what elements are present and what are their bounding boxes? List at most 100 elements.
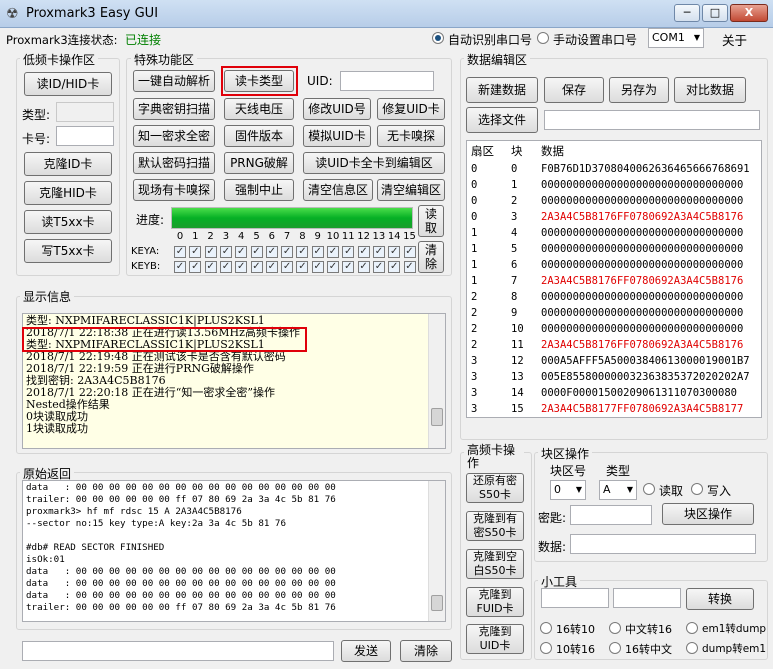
raw-scrollbar[interactable]: [428, 481, 445, 621]
keya-checkbox[interactable]: ✓: [403, 246, 416, 258]
radio-16to10[interactable]: [540, 622, 552, 634]
keya-checkbox[interactable]: ✓: [372, 246, 385, 258]
nested-all-keys-button[interactable]: 知一密求全密: [133, 125, 215, 147]
repair-uid-button[interactable]: 修复UID卡: [377, 98, 445, 120]
port-select[interactable]: COM1 ▼: [648, 28, 704, 48]
save-button[interactable]: 保存: [544, 77, 604, 103]
block-operation-button[interactable]: 块区操作: [662, 503, 754, 525]
radio-em1-to-dump[interactable]: [686, 622, 698, 634]
keya-checkbox[interactable]: ✓: [174, 246, 186, 258]
keyb-checkbox[interactable]: ✓: [204, 261, 217, 273]
keya-checkbox[interactable]: ✓: [250, 246, 263, 258]
table-row[interactable]: 2 10 00000000000000000000000000000000: [467, 321, 761, 337]
keya-checkbox[interactable]: ✓: [388, 246, 401, 258]
radio-dump-to-em1[interactable]: [686, 642, 698, 654]
clear-info-button[interactable]: 清空信息区: [303, 179, 373, 201]
radio-16-to-cn[interactable]: [609, 642, 621, 654]
table-row[interactable]: 2 11 2A3A4C5B8176FF0780692A3A4C5B8176: [467, 337, 761, 353]
table-row[interactable]: 1 5 00000000000000000000000000000000: [467, 241, 761, 257]
send-button[interactable]: 发送: [341, 640, 391, 662]
keyb-checkbox[interactable]: ✓: [235, 261, 248, 273]
uid-input[interactable]: [340, 71, 434, 91]
radio-cn-to16[interactable]: [609, 622, 621, 634]
table-row[interactable]: 3 15 2A3A4C5B8177FF0780692A3A4C5B8177: [467, 401, 761, 417]
key-input[interactable]: [570, 505, 652, 525]
table-row[interactable]: 1 4 00000000000000000000000000000000: [467, 225, 761, 241]
keya-checkbox[interactable]: ✓: [265, 246, 278, 258]
keya-checkbox[interactable]: ✓: [357, 246, 370, 258]
table-row[interactable]: 0 0 F0B76D1D3708040062636465666768691: [467, 161, 761, 177]
table-row[interactable]: 2 9 00000000000000000000000000000000: [467, 305, 761, 321]
lf-cardno-input[interactable]: [56, 126, 114, 146]
table-row[interactable]: 2 8 00000000000000000000000000000000: [467, 289, 761, 305]
keyb-checkbox[interactable]: ✓: [281, 261, 294, 273]
keyb-checkbox[interactable]: ✓: [250, 261, 263, 273]
keya-checkbox[interactable]: ✓: [327, 246, 339, 258]
keyb-checkbox[interactable]: ✓: [403, 261, 416, 273]
default-key-scan-button[interactable]: 默认密码扫描: [133, 152, 215, 174]
simulate-uid-button[interactable]: 模拟UID卡: [303, 125, 371, 147]
keya-checkbox[interactable]: ✓: [189, 246, 202, 258]
table-row[interactable]: 0 2 00000000000000000000000000000000: [467, 193, 761, 209]
keya-checkbox[interactable]: ✓: [342, 246, 355, 258]
write-t5xx-button[interactable]: 写T5xx卡: [24, 239, 112, 263]
read-sectors-button[interactable]: 读 取: [418, 205, 444, 237]
table-row[interactable]: 3 14 0000F00001500209061311070300080: [467, 385, 761, 401]
write-radio[interactable]: [691, 483, 703, 495]
cardless-sniff-button[interactable]: 无卡嗅探: [377, 125, 445, 147]
block-number-select[interactable]: 0 ▼: [550, 480, 586, 500]
tools-input-2[interactable]: [613, 588, 681, 608]
about-link[interactable]: 关于: [722, 30, 747, 49]
keya-checkbox[interactable]: ✓: [235, 246, 248, 258]
clear-raw-button[interactable]: 清除: [400, 640, 452, 662]
auto-port-radio[interactable]: [432, 32, 444, 44]
keya-checkbox[interactable]: ✓: [311, 246, 324, 258]
clone-hid-button[interactable]: 克隆HID卡: [24, 181, 112, 205]
keya-checkbox[interactable]: ✓: [296, 246, 309, 258]
keya-checkbox[interactable]: ✓: [219, 246, 232, 258]
keyb-checkbox[interactable]: ✓: [174, 261, 186, 273]
convert-button[interactable]: 转换: [686, 588, 754, 610]
table-row[interactable]: 1 7 2A3A4C5B8176FF0780692A3A4C5B8176: [467, 273, 761, 289]
firmware-version-button[interactable]: 固件版本: [224, 125, 294, 147]
force-abort-button[interactable]: 强制中止: [224, 179, 294, 201]
clone-fuid-button[interactable]: 克隆到 FUID卡: [466, 587, 524, 617]
keyb-checkbox[interactable]: ✓: [372, 261, 385, 273]
manual-port-radio[interactable]: [537, 32, 549, 44]
table-row[interactable]: 1 6 00000000000000000000000000000000: [467, 257, 761, 273]
prng-crack-button[interactable]: PRNG破解: [224, 152, 294, 174]
keyb-checkbox[interactable]: ✓: [388, 261, 401, 273]
compare-data-button[interactable]: 对比数据: [674, 77, 746, 103]
keya-checkbox[interactable]: ✓: [281, 246, 294, 258]
onsite-sniff-button[interactable]: 现场有卡嗅探: [133, 179, 215, 201]
clone-key-s50-button[interactable]: 克隆到有 密S50卡: [466, 511, 524, 541]
new-data-button[interactable]: 新建数据: [466, 77, 538, 103]
keyb-checkbox[interactable]: ✓: [296, 261, 309, 273]
close-button[interactable]: X: [730, 4, 768, 22]
modify-uid-button[interactable]: 修改UID号: [303, 98, 371, 120]
read-uid-to-editor-button[interactable]: 读UID卡全卡到编辑区: [303, 152, 445, 174]
keyb-checkbox[interactable]: ✓: [357, 261, 370, 273]
keyb-checkbox[interactable]: ✓: [342, 261, 355, 273]
keyb-checkbox[interactable]: ✓: [311, 261, 324, 273]
clone-id-button[interactable]: 克隆ID卡: [24, 152, 112, 176]
keyb-checkbox[interactable]: ✓: [327, 261, 339, 273]
file-path-input[interactable]: [544, 110, 760, 130]
restore-s50-button[interactable]: 还原有密 S50卡: [466, 473, 524, 503]
maximize-button[interactable]: □: [702, 4, 728, 22]
keyb-checkbox[interactable]: ✓: [219, 261, 232, 273]
keyb-checkbox[interactable]: ✓: [265, 261, 278, 273]
table-row[interactable]: 0 3 2A3A4C5B8176FF0780692A3A4C5B8176: [467, 209, 761, 225]
key-type-select[interactable]: A ▼: [599, 480, 637, 500]
clone-uid-button[interactable]: 克隆到 UID卡: [466, 624, 524, 654]
keyb-checkbox[interactable]: ✓: [189, 261, 202, 273]
keya-checkbox[interactable]: ✓: [204, 246, 217, 258]
minimize-button[interactable]: ─: [674, 4, 700, 22]
scrollbar-thumb[interactable]: [431, 595, 443, 611]
tools-input-1[interactable]: [541, 588, 609, 608]
clone-blank-s50-button[interactable]: 克隆到空 白S50卡: [466, 549, 524, 579]
scrollbar-thumb[interactable]: [431, 408, 443, 426]
clear-editor-button[interactable]: 清空编辑区: [377, 179, 445, 201]
read-radio[interactable]: [643, 483, 655, 495]
command-input[interactable]: [22, 641, 334, 661]
